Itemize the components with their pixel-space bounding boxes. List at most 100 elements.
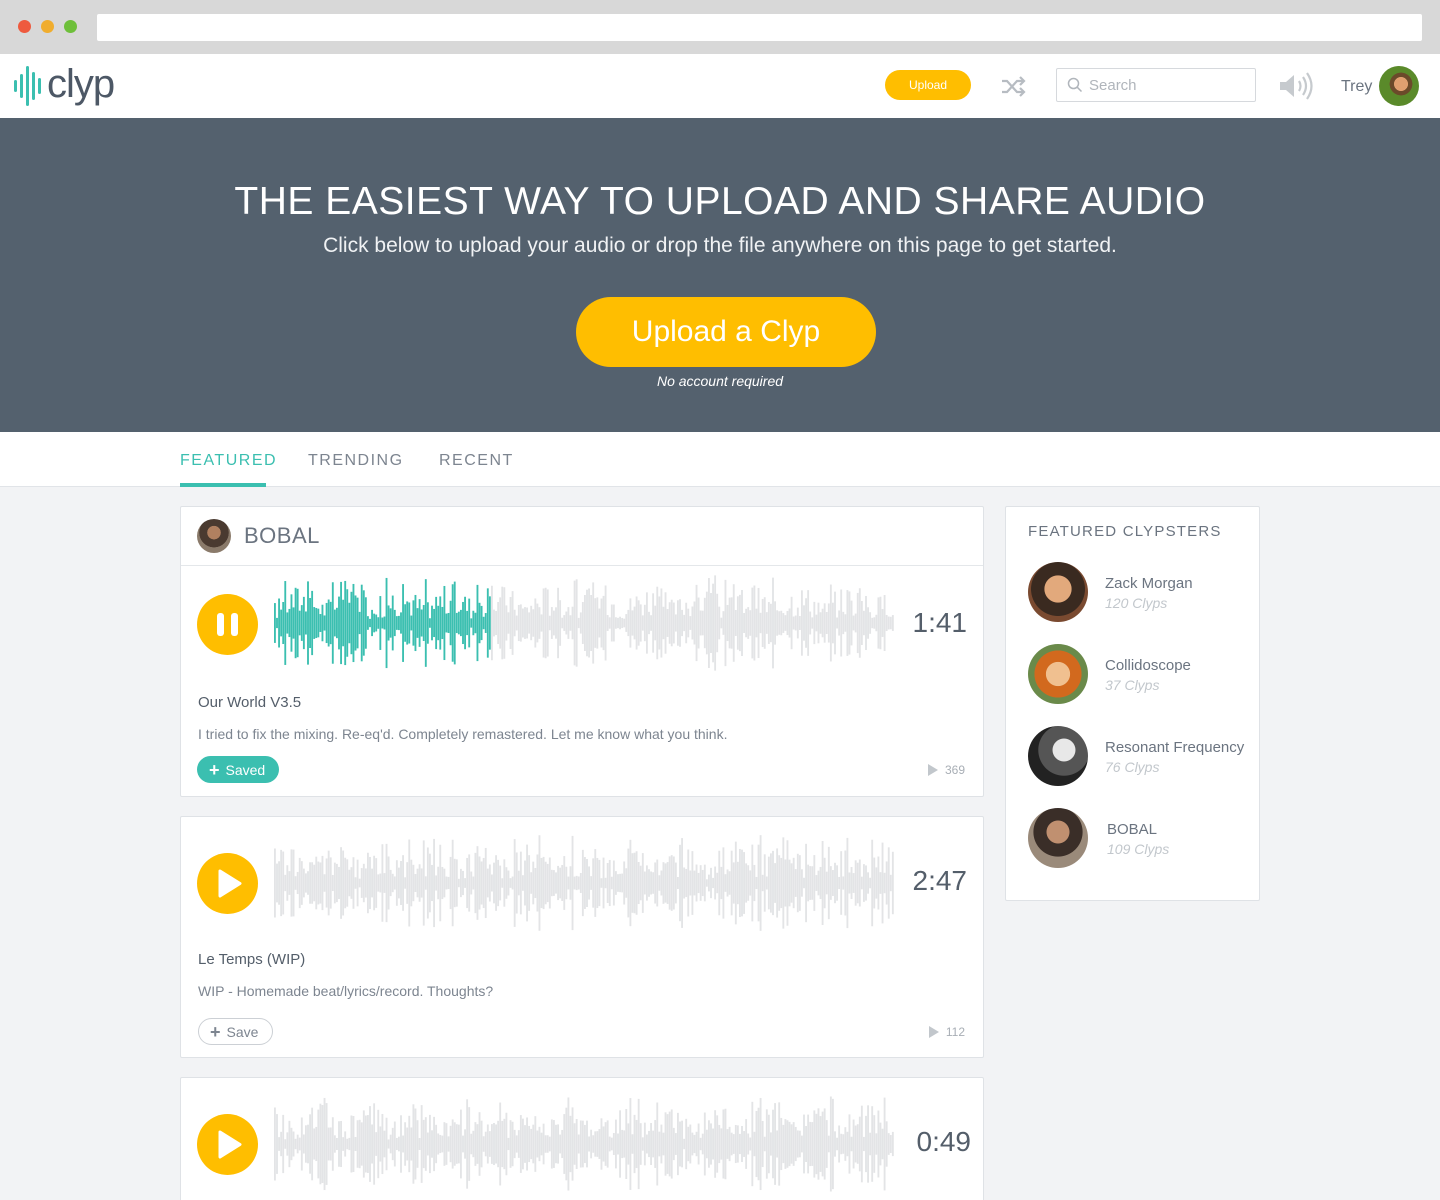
waveform-bar [522, 1118, 524, 1170]
waveform-bar [534, 867, 537, 899]
clypster-item[interactable]: BOBAL 109 Clyps [1028, 808, 1248, 870]
waveform-bar [759, 1097, 762, 1191]
search-input[interactable] [1089, 76, 1249, 94]
waveform-bar [786, 610, 789, 636]
waveform-bar [470, 871, 473, 895]
waveform-bar [350, 867, 353, 899]
clyp-title[interactable]: Le Temps (WIP) [198, 951, 305, 968]
search-box[interactable] [1056, 68, 1256, 102]
waveform-bar [809, 866, 812, 900]
waveform-bar [852, 1119, 855, 1169]
waveform-bar [883, 872, 886, 894]
waveform-bar [730, 1132, 733, 1156]
waveform-bar [426, 602, 429, 644]
clypster-item[interactable]: Resonant Frequency 76 Clyps [1028, 726, 1248, 788]
waveform-bar [821, 608, 824, 638]
waveform-bar [722, 1109, 725, 1179]
waveform-bar [381, 617, 384, 629]
play-button[interactable] [197, 1114, 258, 1175]
waveform-bar [805, 843, 807, 923]
tab-recent[interactable]: RECENT [439, 452, 514, 470]
clypster-item[interactable]: Collidoscope 37 Clyps [1028, 644, 1248, 706]
waveform-bar [798, 1130, 801, 1158]
waveform-bar [443, 1122, 446, 1166]
waveform-bar [699, 1137, 702, 1151]
owner-name[interactable]: BOBAL [244, 523, 320, 549]
saved-button[interactable]: + Saved [197, 756, 280, 783]
waveform-bar [765, 612, 768, 634]
waveform-bar [375, 614, 378, 632]
waveform-bar [869, 877, 872, 889]
clypster-item[interactable]: Zack Morgan 120 Clyps [1028, 562, 1248, 624]
waveform-bar [801, 869, 803, 897]
address-bar[interactable] [97, 14, 1422, 41]
waveform-bar [579, 612, 582, 634]
waveform-bar [594, 849, 597, 917]
user-name[interactable]: Trey [1341, 78, 1372, 96]
pause-button[interactable] [197, 594, 258, 655]
waveform-bar [852, 873, 855, 893]
shuffle-icon[interactable] [1000, 73, 1026, 99]
waveform-bar [327, 850, 330, 916]
waveform-bar [590, 1129, 593, 1159]
save-button[interactable]: + Save [198, 1018, 274, 1045]
waveform[interactable] [274, 573, 894, 673]
waveform-bar [453, 1122, 456, 1166]
waveform-bar [592, 858, 595, 908]
waveform-bar [629, 1098, 632, 1190]
waveform-bar [617, 874, 619, 892]
waveform-bar [629, 839, 632, 927]
owner-avatar[interactable] [197, 519, 231, 553]
waveform-bar [478, 1112, 481, 1176]
window-maximize-dot[interactable] [64, 20, 77, 33]
upload-clyp-button[interactable]: Upload a Clyp [576, 297, 876, 367]
waveform-bar [840, 1133, 843, 1155]
clyp-title[interactable]: Our World V3.5 [198, 694, 301, 711]
waveform-bar [881, 842, 884, 924]
waveform-bar [329, 857, 332, 909]
tab-trending[interactable]: TRENDING [308, 452, 404, 470]
waveform[interactable] [274, 833, 894, 933]
waveform-bar [825, 1120, 828, 1168]
waveform-bar [743, 612, 745, 633]
waveform-bar [889, 1135, 892, 1153]
waveform-bar [730, 597, 733, 649]
waveform-bar [687, 849, 690, 917]
waveform-bar [757, 844, 760, 922]
waveform-bar [697, 597, 700, 649]
waveform-bar [280, 609, 283, 637]
waveform-bar [720, 1128, 723, 1160]
waveform-bar [865, 595, 867, 651]
waveform-bar [778, 1102, 781, 1186]
tab-featured[interactable]: FEATURED [180, 452, 277, 470]
waveform-bar [590, 595, 593, 651]
waveform-bar [784, 615, 787, 631]
waveform-bar [608, 1136, 611, 1152]
waveform-bar [846, 1131, 849, 1157]
user-avatar[interactable] [1379, 66, 1419, 106]
waveform-bar [867, 607, 869, 639]
waveform-bar [460, 1109, 462, 1179]
waveform-bar [863, 1136, 865, 1152]
waveform-bar [360, 1122, 363, 1166]
window-minimize-dot[interactable] [41, 20, 54, 33]
waveform-bar [844, 1127, 847, 1161]
waveform-bar [288, 608, 291, 638]
waveform-bar [687, 608, 690, 638]
waveform-bar [540, 857, 543, 909]
waveform-bar [767, 1114, 770, 1174]
waveform-bar [292, 1131, 295, 1157]
waveform-bar [387, 856, 390, 910]
waveform-bar [586, 1120, 588, 1168]
window-close-dot[interactable] [18, 20, 31, 33]
play-icon [218, 1130, 242, 1159]
clyp-logo[interactable]: clyp [14, 64, 115, 108]
waveform-bar [571, 606, 574, 640]
waveform[interactable] [274, 1094, 894, 1194]
play-button[interactable] [197, 853, 258, 914]
waveform-bar [677, 600, 679, 646]
clypster-name: BOBAL [1107, 821, 1158, 838]
volume-icon[interactable] [1278, 71, 1318, 101]
header-upload-button[interactable]: Upload [885, 70, 971, 100]
waveform-bar [362, 590, 365, 656]
